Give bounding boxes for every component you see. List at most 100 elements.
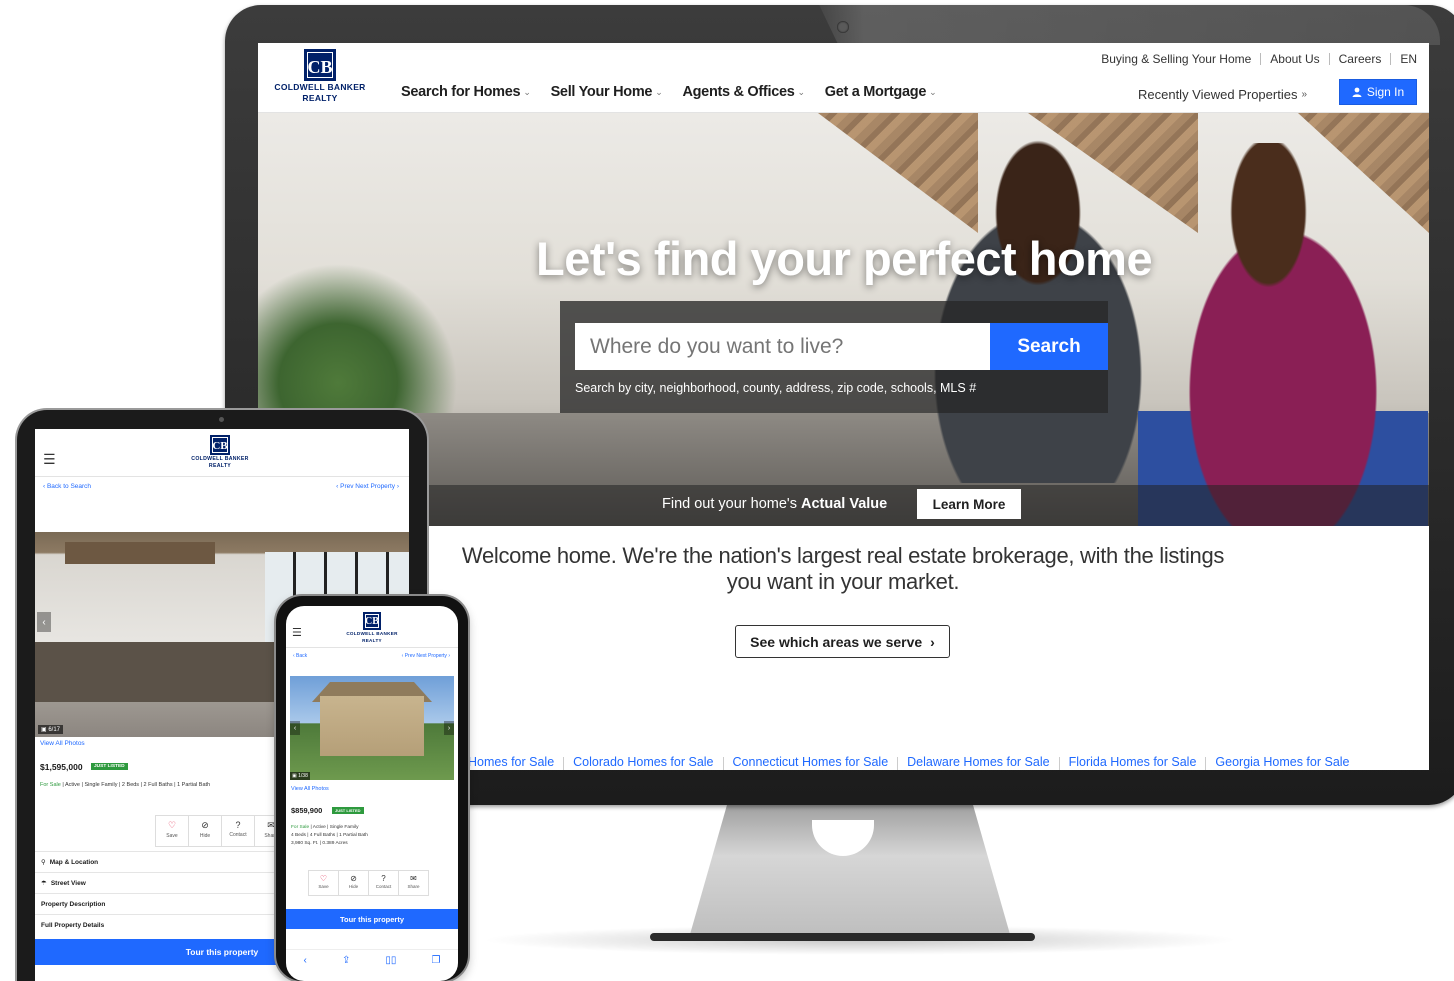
site-logo[interactable]: CB COLDWELL BANKER REALTY	[270, 49, 370, 103]
nav-search-for-homes[interactable]: Search for Homes ⌄	[401, 84, 531, 100]
nav-label: Search for Homes	[401, 84, 521, 100]
tour-property-button[interactable]: Tour this property	[286, 909, 458, 929]
util-link-about-us[interactable]: About Us	[1270, 52, 1319, 66]
state-link-connecticut[interactable]: Connecticut Homes for Sale	[733, 755, 889, 770]
facts-line-2: 4 Beds | 4 Full Baths | 1 Partial Bath	[291, 833, 368, 838]
tablet-subnav: ‹ Back to Search ‹ Prev Next Property ›	[35, 477, 409, 497]
logo-line-1: COLDWELL BANKER	[191, 456, 249, 462]
double-chevron-down-icon: »	[1301, 89, 1307, 100]
hide-button[interactable]: ⊘ Hide	[188, 815, 222, 847]
divider	[722, 757, 724, 770]
chevron-left-icon[interactable]: ‹	[290, 721, 300, 735]
state-link-georgia[interactable]: Georgia Homes for Sale	[1215, 755, 1349, 770]
photo-detail	[320, 696, 424, 756]
action-label: Save	[166, 833, 178, 839]
phone-logo[interactable]: CB COLDWELL BANKER REALTY	[341, 611, 403, 643]
learn-more-button[interactable]: Learn More	[917, 489, 1021, 519]
heart-icon: ♡	[167, 820, 177, 830]
divider	[1260, 53, 1262, 65]
photo-count-value: 1/38	[298, 773, 308, 779]
action-label: Share	[407, 884, 420, 889]
listing-status: For Sale	[40, 782, 61, 788]
prev-next-property[interactable]: ‹ Prev Next Property ›	[402, 653, 450, 659]
map-pin-icon: ⚲	[41, 859, 46, 866]
view-all-photos-link[interactable]: View All Photos	[40, 740, 85, 747]
nav-get-a-mortgage[interactable]: Get a Mortgage ⌄	[825, 84, 937, 100]
facts-line-1-rest: | Active | Single Family	[309, 825, 359, 830]
phone-device: ☰ CB COLDWELL BANKER REALTY ‹ Back ‹ Pre…	[276, 596, 468, 981]
action-label: Contact	[375, 884, 392, 889]
back-arrow-icon[interactable]: ‹	[304, 955, 307, 966]
tablet-logo[interactable]: CB COLDWELL BANKER REALTY	[185, 435, 255, 469]
site-header: CB COLDWELL BANKER REALTY Search for Hom…	[258, 43, 1429, 113]
state-link[interactable]: Homes for Sale	[468, 755, 554, 770]
action-label: Save	[318, 884, 329, 889]
question-icon: ?	[235, 820, 241, 830]
contact-button[interactable]: ? Contact	[368, 870, 399, 896]
state-link-colorado[interactable]: Colorado Homes for Sale	[573, 755, 713, 770]
section-label: Full Property Details	[41, 921, 105, 929]
section-label: Map & Location	[49, 858, 99, 866]
cb-logo-mark: CB	[363, 612, 381, 630]
state-links: Homes for Sale Colorado Homes for Sale C…	[468, 755, 1350, 770]
tabs-icon[interactable]: ❐	[431, 955, 440, 966]
heart-icon: ♡	[319, 874, 328, 883]
search-button[interactable]: Search	[990, 323, 1108, 370]
divider	[1328, 53, 1330, 65]
save-button[interactable]: ♡ Save	[308, 870, 339, 896]
chevron-down-icon: ⌄	[797, 86, 805, 97]
listing-price: $859,900	[291, 806, 323, 815]
nav-sell-your-home[interactable]: Sell Your Home ⌄	[551, 84, 663, 100]
nav-label: Agents & Offices	[682, 84, 795, 100]
cb-logo-mark: CB	[304, 49, 336, 81]
section-label: Street View	[50, 879, 86, 887]
listing-actions: ♡ Save ⊘ Hide ? Contact ✉ Share	[155, 815, 288, 847]
hamburger-menu-icon[interactable]: ☰	[43, 451, 56, 468]
back-link[interactable]: ‹ Back	[293, 653, 307, 659]
nav-label: Sell Your Home	[550, 84, 653, 100]
just-listed-badge: JUST LISTED	[91, 763, 128, 770]
prev-next-property[interactable]: ‹ Prev Next Property ›	[336, 483, 399, 490]
divider	[1205, 757, 1207, 770]
tablet-header: ☰ CB COLDWELL BANKER REALTY	[35, 429, 409, 477]
sign-in-button[interactable]: Sign In	[1339, 79, 1417, 105]
share-icon: ✉	[410, 874, 417, 883]
language-selector[interactable]: EN	[1400, 52, 1417, 66]
action-label: Hide	[348, 884, 359, 889]
listing-status: For Sale	[291, 825, 310, 830]
listing-price: $1,595,000	[40, 762, 83, 772]
view-all-photos-link[interactable]: View All Photos	[291, 786, 329, 792]
chevron-left-icon[interactable]: ‹	[37, 612, 51, 632]
cb-logo-mark: CB	[210, 435, 230, 455]
state-link-delaware[interactable]: Delaware Homes for Sale	[907, 755, 1049, 770]
bookmarks-icon[interactable]: ▯▯	[385, 955, 396, 966]
share-icon[interactable]: ⇪	[342, 955, 350, 966]
util-link-buying-selling[interactable]: Buying & Selling Your Home	[1101, 52, 1251, 66]
back-to-search-link[interactable]: ‹ Back to Search	[43, 483, 91, 490]
state-link-florida[interactable]: Florida Homes for Sale	[1069, 755, 1197, 770]
save-button[interactable]: ♡ Save	[155, 815, 189, 847]
home-value-text: Find out your home's Actual Value	[662, 496, 887, 512]
location-search-input[interactable]	[575, 323, 990, 370]
see-areas-label: See which areas we serve	[750, 633, 923, 650]
recently-viewed-properties[interactable]: Recently Viewed Properties »	[1138, 87, 1307, 102]
share-button[interactable]: ✉ Share	[398, 870, 429, 896]
property-photo[interactable]: ‹ ›	[290, 676, 454, 780]
hide-button[interactable]: ⊘ Hide	[338, 870, 369, 896]
logo-line-2: REALTY	[302, 93, 338, 103]
listing-facts: For Sale | Active | Single Family 4 Beds…	[291, 824, 368, 848]
facts-line-1: For Sale | Active | Single Family	[291, 824, 368, 832]
phone-screen: ☰ CB COLDWELL BANKER REALTY ‹ Back ‹ Pre…	[286, 606, 458, 981]
photo-count: ▣ 1/38	[290, 772, 310, 780]
util-link-careers[interactable]: Careers	[1339, 52, 1382, 66]
logo-line-1: COLDWELL BANKER	[346, 631, 398, 636]
chevron-right-icon[interactable]: ›	[444, 721, 454, 735]
hamburger-menu-icon[interactable]: ☰	[292, 626, 302, 639]
welcome-message: Welcome home. We're the nation's largest…	[461, 543, 1225, 594]
photo-detail	[35, 642, 295, 702]
see-areas-button[interactable]: See which areas we serve ›	[735, 625, 950, 658]
divider	[1058, 757, 1060, 770]
contact-button[interactable]: ? Contact	[221, 815, 255, 847]
hide-icon: ⊘	[350, 874, 357, 883]
nav-agents-offices[interactable]: Agents & Offices ⌄	[682, 84, 805, 100]
